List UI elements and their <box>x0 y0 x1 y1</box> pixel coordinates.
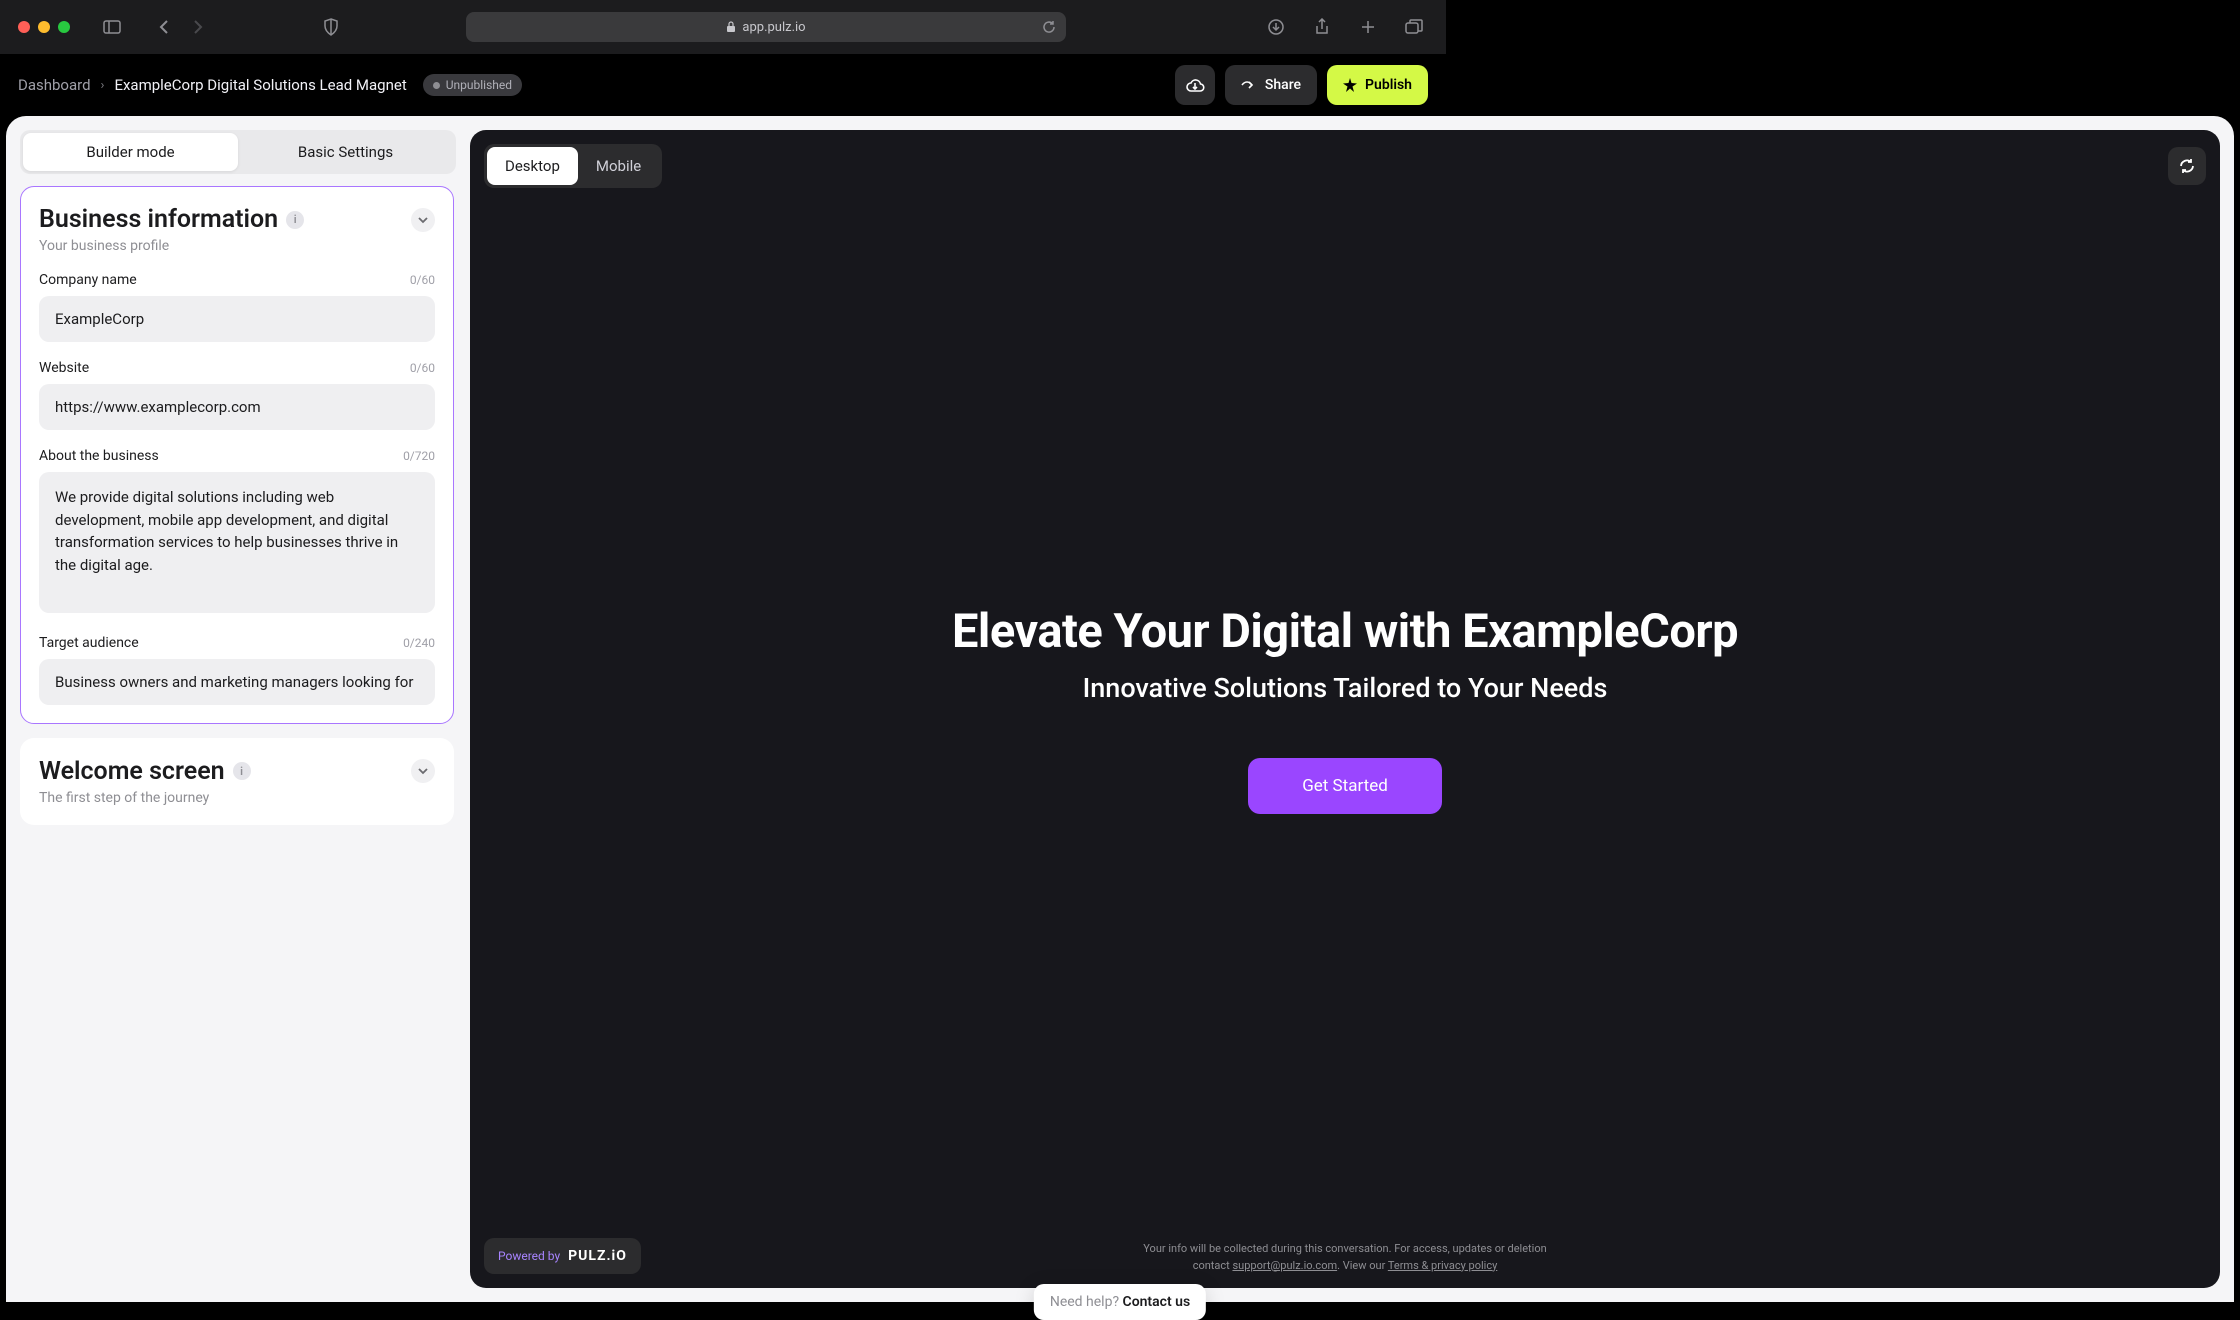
nav-arrows <box>150 13 212 41</box>
share-button[interactable]: Share <box>1225 65 1317 105</box>
sections-scroll[interactable]: Business information i Your business pro… <box>20 186 456 1288</box>
field-target-audience: Target audience 0/240 <box>39 635 435 705</box>
preview-subheading: Innovative Solutions Tailored to Your Ne… <box>1083 672 1608 704</box>
help-float[interactable]: Need help? Contact us <box>1034 1284 1206 1320</box>
new-tab-icon[interactable] <box>1354 13 1382 41</box>
support-email-link[interactable]: support@pulz.io.com <box>1232 1259 1337 1272</box>
section-business-information[interactable]: Business information i Your business pro… <box>20 186 454 724</box>
reload-icon[interactable] <box>1042 20 1056 34</box>
preview-disclaimer: Your info will be collected during this … <box>1135 1241 1555 1274</box>
left-panel: Builder mode Basic Settings Business inf… <box>20 130 456 1288</box>
collapse-button[interactable] <box>411 208 435 232</box>
privacy-shield-icon[interactable] <box>317 13 345 41</box>
help-prompt: Need help? <box>1050 1294 1123 1310</box>
field-label: Website <box>39 360 89 376</box>
mode-tabs: Builder mode Basic Settings <box>20 130 456 174</box>
preview-panel: Desktop Mobile Elevate Your Digital with… <box>470 130 2220 1288</box>
company-name-input[interactable] <box>39 296 435 342</box>
publish-label: Publish <box>1365 77 1412 93</box>
tab-basic-settings[interactable]: Basic Settings <box>238 133 453 171</box>
minimize-window-button[interactable] <box>38 21 50 33</box>
back-button[interactable] <box>150 13 178 41</box>
header-actions: Share Publish <box>1175 65 1428 105</box>
about-business-input[interactable] <box>39 472 435 613</box>
tab-builder-mode[interactable]: Builder mode <box>23 133 238 171</box>
field-counter: 0/720 <box>403 449 435 463</box>
refresh-preview-button[interactable] <box>2168 147 2206 185</box>
field-label: About the business <box>39 448 159 464</box>
downloads-icon[interactable] <box>1262 13 1290 41</box>
browser-chrome: app.pulz.io <box>0 0 1446 54</box>
main-area: Builder mode Basic Settings Business inf… <box>6 116 2234 1302</box>
section-subtitle: Your business profile <box>39 238 435 254</box>
section-title: Welcome screen <box>39 757 225 786</box>
section-welcome-screen[interactable]: Welcome screen i The first step of the j… <box>20 738 454 825</box>
chrome-right-actions <box>1262 13 1428 41</box>
url-text: app.pulz.io <box>742 20 805 35</box>
field-company-name: Company name 0/60 <box>39 272 435 342</box>
status-label: Unpublished <box>446 78 512 92</box>
section-subtitle: The first step of the journey <box>39 790 435 806</box>
field-label: Company name <box>39 272 137 288</box>
forward-button[interactable] <box>184 13 212 41</box>
cloud-save-button[interactable] <box>1175 65 1215 105</box>
get-started-button[interactable]: Get Started <box>1248 758 1442 814</box>
sidebar-toggle-icon[interactable] <box>98 13 126 41</box>
maximize-window-button[interactable] <box>58 21 70 33</box>
field-about-business: About the business 0/720 <box>39 448 435 617</box>
app-header: Dashboard › ExampleCorp Digital Solution… <box>0 54 1446 116</box>
status-badge: Unpublished <box>423 74 522 96</box>
lock-icon <box>726 21 736 33</box>
tabs-overview-icon[interactable] <box>1400 13 1428 41</box>
page-title: ExampleCorp Digital Solutions Lead Magne… <box>114 76 406 94</box>
terms-link[interactable]: Terms & privacy policy <box>1388 1259 1497 1272</box>
website-input[interactable] <box>39 384 435 430</box>
field-label: Target audience <box>39 635 139 651</box>
field-website: Website 0/60 <box>39 360 435 430</box>
preview-heading: Elevate Your Digital with ExampleCorp <box>952 604 1738 659</box>
breadcrumb-root[interactable]: Dashboard <box>18 76 91 94</box>
share-label: Share <box>1265 77 1301 93</box>
powered-by-label: Powered by <box>498 1249 560 1263</box>
preview-content: Elevate Your Digital with ExampleCorp In… <box>470 130 2220 1288</box>
powered-by-badge[interactable]: Powered by PULZ.iO <box>484 1238 641 1274</box>
info-icon[interactable]: i <box>286 211 304 229</box>
device-tabs: Desktop Mobile <box>484 144 662 188</box>
field-counter: 0/60 <box>410 361 435 375</box>
field-counter: 0/240 <box>403 636 435 650</box>
preview-header: Desktop Mobile <box>484 144 2206 188</box>
powered-by-brand: PULZ.iO <box>568 1248 627 1264</box>
target-audience-input[interactable] <box>39 659 435 705</box>
close-window-button[interactable] <box>18 21 30 33</box>
tab-desktop[interactable]: Desktop <box>487 147 578 185</box>
status-dot-icon <box>433 82 440 89</box>
tab-mobile[interactable]: Mobile <box>578 147 659 185</box>
help-link[interactable]: Contact us <box>1123 1294 1191 1310</box>
info-icon[interactable]: i <box>233 762 251 780</box>
disclaimer-text-2: . View our <box>1337 1259 1388 1272</box>
breadcrumb-separator: › <box>101 78 105 93</box>
field-counter: 0/60 <box>410 273 435 287</box>
url-bar[interactable]: app.pulz.io <box>466 12 1066 42</box>
collapse-button[interactable] <box>411 759 435 783</box>
publish-button[interactable]: Publish <box>1327 65 1428 105</box>
section-title: Business information <box>39 205 278 234</box>
window-controls <box>18 21 70 33</box>
share-icon[interactable] <box>1308 13 1336 41</box>
